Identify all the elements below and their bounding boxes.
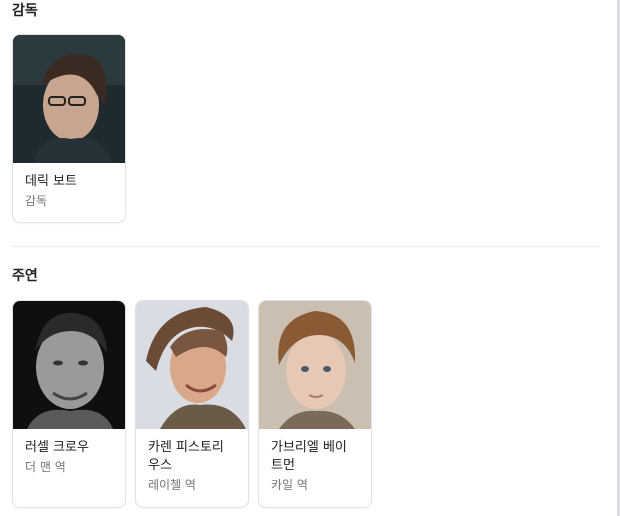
person-name: 카렌 피스토리 우스 <box>148 440 224 473</box>
person-name: 가브리엘 베이 트먼 <box>271 440 347 473</box>
person-role: 카일 역 <box>271 478 308 492</box>
person-card-cast-1[interactable]: 러셀 크로우 더 맨 역 <box>12 300 126 508</box>
person-card-cast-2[interactable]: 카렌 피스토리 우스 레이첼 역 <box>135 300 249 508</box>
person-role: 더 맨 역 <box>25 460 66 474</box>
person-photo <box>136 301 248 429</box>
person-photo <box>259 301 371 429</box>
person-card-cast-3[interactable]: 가브리엘 베이 트먼 카일 역 <box>258 300 372 508</box>
person-role: 레이첼 역 <box>148 478 196 492</box>
section-title-directors: 감독 <box>12 3 38 19</box>
person-role: 감독 <box>25 194 48 208</box>
section-divider <box>12 246 600 247</box>
person-name: 데릭 보트 <box>25 174 77 189</box>
person-name: 러셀 크로우 <box>25 440 89 455</box>
person-card-director[interactable]: 데릭 보트 감독 <box>12 34 126 223</box>
person-photo <box>13 35 125 163</box>
person-photo <box>13 301 125 429</box>
section-title-cast: 주연 <box>12 268 38 284</box>
